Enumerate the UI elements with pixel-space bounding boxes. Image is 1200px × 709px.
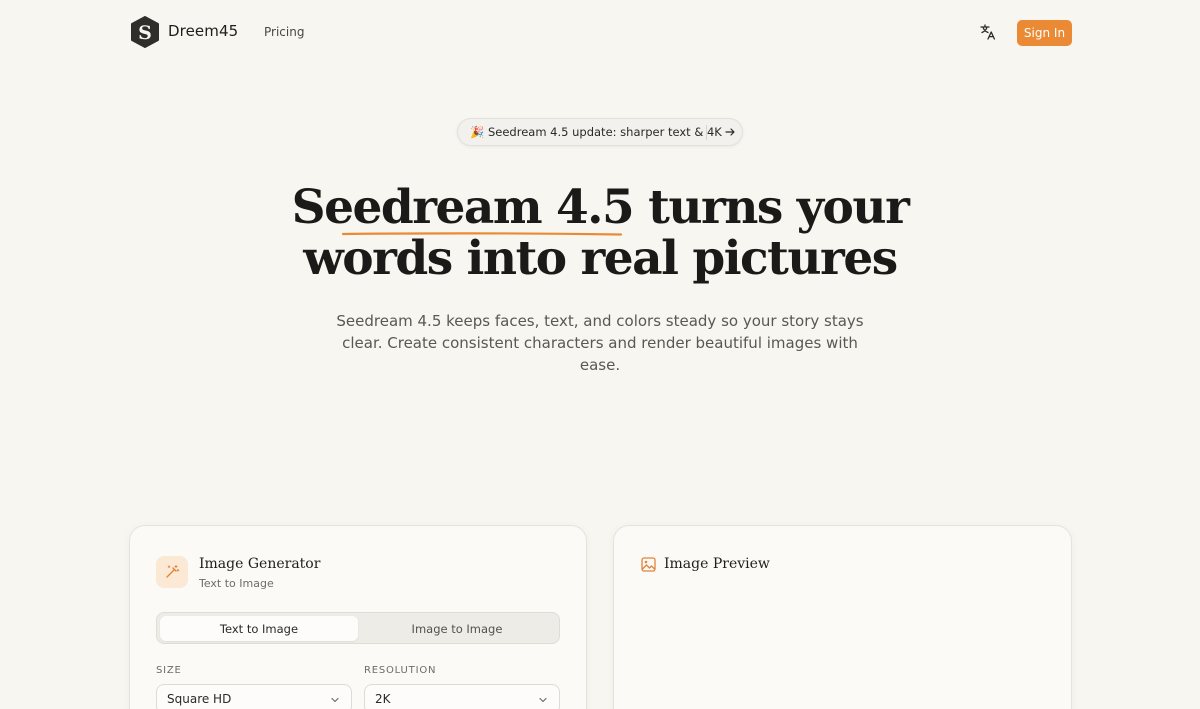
sign-in-button[interactable]: Sign In xyxy=(1017,20,1072,46)
generator-title: Image Generator xyxy=(199,556,321,572)
announcement-pill[interactable]: 🎉 Seedream 4.5 update: sharper text & 4K xyxy=(457,118,743,146)
chevron-down-icon xyxy=(331,697,339,703)
hero-title-line2: words into real pictures xyxy=(303,231,898,286)
logo[interactable]: S xyxy=(129,16,161,48)
size-select[interactable]: Square HD xyxy=(156,684,352,709)
size-label: SIZE xyxy=(156,665,182,676)
magic-wand-icon xyxy=(156,556,188,588)
brand-name[interactable]: Dreem45 xyxy=(168,22,238,40)
resolution-select[interactable]: 2K xyxy=(364,684,560,709)
chevron-down-icon xyxy=(539,697,547,703)
image-icon xyxy=(641,557,656,572)
site-header: S Dreem45 Pricing Sign In xyxy=(0,0,1200,66)
arrow-right-icon xyxy=(725,128,735,136)
logo-mark: S xyxy=(131,16,159,48)
tab-text-to-image[interactable]: Text to Image xyxy=(160,616,358,641)
announcement-text: 🎉 Seedream 4.5 update: sharper text & 4K xyxy=(470,125,722,139)
tab-image-to-image[interactable]: Image to Image xyxy=(358,616,556,641)
preview-title: Image Preview xyxy=(664,556,770,572)
generator-subtitle: Text to Image xyxy=(199,577,274,590)
hero-subtitle: Seedream 4.5 keeps faces, text, and colo… xyxy=(336,312,864,374)
hero-title-highlight: Seedream 4.5 xyxy=(291,180,635,235)
highlight-underline xyxy=(342,232,622,236)
translate-icon[interactable] xyxy=(978,22,998,42)
size-value: Square HD xyxy=(167,692,232,706)
mode-tabs: Text to Image Image to Image xyxy=(156,612,560,644)
nav-link-pricing[interactable]: Pricing xyxy=(264,25,304,39)
image-generator-card: Image Generator Text to Image Text to Im… xyxy=(129,525,587,709)
hero-title-rest: turns your xyxy=(633,180,910,235)
svg-text:S: S xyxy=(138,22,152,44)
announcement-divider xyxy=(706,125,707,140)
resolution-label: RESOLUTION xyxy=(364,665,437,676)
resolution-value: 2K xyxy=(375,692,391,706)
image-preview-card: Image Preview xyxy=(613,525,1072,709)
